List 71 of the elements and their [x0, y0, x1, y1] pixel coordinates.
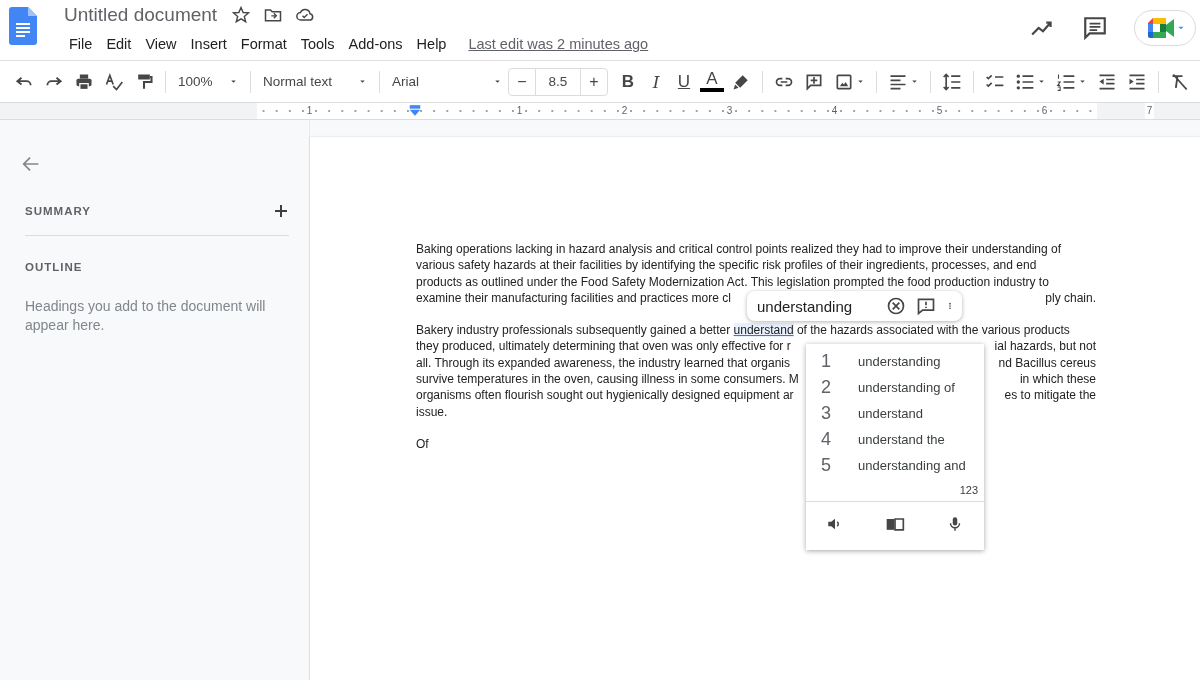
plus-icon[interactable] [273, 203, 289, 219]
suggested-word[interactable]: understanding [757, 297, 853, 315]
body-text-line: Baking operations lacking in hazard analysis and critical control points realized they had to improve their understanding of [416, 241, 1062, 258]
menu-item[interactable]: Help [409, 36, 454, 52]
menu-item[interactable]: Tools [293, 36, 342, 52]
caret-icon [1037, 77, 1046, 86]
body-text-line: Bakery industry professionals subsequently gained a better understand of the hazards associated with the various products [416, 322, 1070, 339]
body-text-line: nd Bacillus cereus [998, 354, 1096, 372]
menu-item[interactable]: Edit [99, 36, 139, 52]
body-text-line: various safety hazards at their facilities by identifying the specific risk profiles of their ingredients, processes, and end [416, 257, 1037, 274]
decrease-size-button[interactable]: − [509, 68, 535, 95]
section-heading: SUMMARY [25, 205, 91, 217]
menu-item[interactable]: Format [233, 36, 294, 52]
video-camera-icon [1148, 18, 1174, 38]
underline-button[interactable]: U [670, 68, 698, 95]
clear-formatting-icon [1170, 71, 1190, 92]
suggestion-number: 1 [821, 350, 832, 372]
numbers-toggle[interactable]: 123 [959, 478, 984, 500]
suggestion-number: 2 [821, 376, 832, 398]
section-heading: OUTLINE [25, 261, 83, 273]
suggestion-number: 5 [821, 454, 832, 476]
zoom-dropdown[interactable]: 100% [172, 70, 244, 93]
indent-marker-icon[interactable] [407, 104, 422, 118]
body-text-line: ial hazards, but not [994, 338, 1096, 355]
comments-icon[interactable] [1082, 15, 1108, 41]
meet-button[interactable] [1134, 10, 1196, 46]
suggestion-item[interactable]: understanding [858, 353, 941, 369]
caret-icon [910, 77, 919, 86]
spellcheck-icon [104, 71, 124, 92]
font-size-field[interactable]: 8.5 [535, 68, 581, 95]
last-edit-link[interactable]: Last edit was 2 minutes ago [461, 36, 656, 52]
text-color-button[interactable]: A [698, 68, 726, 95]
body-text-line: products as outlined under the Food Safety Modernization Act. This legislation prompted the food production industry to [416, 273, 1049, 290]
caret-icon [493, 77, 502, 86]
body-text-line: Of [416, 435, 429, 453]
font-dropdown[interactable]: Arial [386, 70, 508, 93]
star-icon[interactable] [231, 5, 252, 25]
menu-item[interactable]: File [62, 36, 100, 52]
suggestion-number: 4 [821, 428, 832, 450]
body-text-line: survive temperatures in the oven, causing illness in some consumers. M [416, 371, 799, 388]
menu-item[interactable]: View [138, 36, 184, 52]
docs-logo-icon[interactable] [9, 7, 37, 45]
ruler-number: 7 [1144, 103, 1155, 119]
body-text-line: examine their manufacturing facilities and practices more cl [416, 289, 731, 307]
body-text-line: issue. [416, 403, 448, 420]
bold-button[interactable]: B [614, 68, 642, 95]
caret-icon [358, 77, 367, 86]
line-spacing-icon [942, 71, 962, 92]
increase-size-button[interactable]: + [581, 68, 607, 95]
body-text-line: ply chain. [1045, 289, 1096, 307]
body-text-line: they produced, ultimately determining that oven was only effective for r [416, 338, 791, 355]
caret-icon [229, 77, 238, 86]
caret-icon [1078, 77, 1087, 86]
menu-item[interactable]: Add-ons [341, 36, 410, 52]
dismiss-icon[interactable] [886, 296, 906, 316]
suggestion-number: 3 [821, 402, 832, 424]
style-dropdown[interactable]: Normal text [257, 70, 373, 93]
body-text-line: organisms often flourish sought out hygienically designed equipment ar [416, 387, 794, 404]
suggestion-item[interactable]: understand the [858, 431, 945, 447]
document-title[interactable]: Untitled document [62, 4, 220, 26]
body-text-line: in which these [1019, 371, 1096, 388]
menu-item[interactable]: Insert [183, 36, 234, 52]
italic-button[interactable]: I [642, 68, 670, 95]
body-text-line: es to mitigate the [1004, 387, 1096, 404]
suggestion-item[interactable]: understanding and [858, 457, 966, 473]
caret-icon [856, 77, 865, 86]
suggestion-item[interactable]: understanding of [858, 379, 955, 395]
body-text-line: all. Through its expanded awareness, the industry learned that organis [416, 354, 790, 372]
suggestion-item[interactable]: understand [858, 405, 924, 421]
feedback-icon[interactable] [916, 296, 936, 316]
outline-hint: Headings you add to the document will appear here. [25, 297, 267, 335]
